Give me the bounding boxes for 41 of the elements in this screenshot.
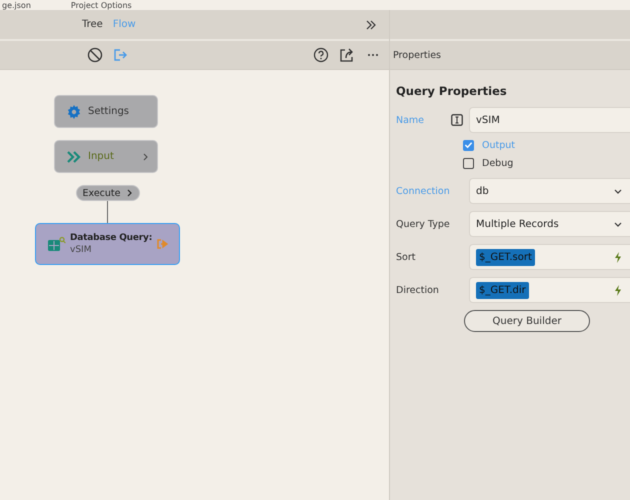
checkbox[interactable] — [463, 158, 474, 168]
field-label: Direction — [396, 284, 440, 296]
view-tab[interactable]: Tree — [82, 19, 103, 30]
checkbox[interactable] — [463, 140, 474, 150]
node-label: Input — [88, 151, 115, 162]
panel-title: Properties — [393, 50, 442, 60]
query-builder-button[interactable]: Query Builder — [464, 310, 590, 332]
chevron-icon — [126, 189, 132, 197]
chevron-icon[interactable] — [143, 152, 149, 160]
node-label: Settings — [88, 106, 130, 117]
gear-icon — [67, 104, 81, 118]
dropdown[interactable]: db — [469, 178, 630, 204]
section-heading: Query Properties — [396, 84, 508, 98]
binding-field[interactable]: $_GET.sort — [469, 244, 630, 270]
collapse-icon[interactable] — [365, 18, 377, 30]
node-subtitle: vSIM — [70, 245, 92, 255]
help-icon[interactable] — [313, 47, 329, 63]
flow-node[interactable]: Settings — [54, 95, 158, 128]
field-label: Connection — [396, 186, 451, 196]
more-icon[interactable] — [367, 53, 379, 57]
caret-icon — [614, 222, 622, 226]
dropdown[interactable]: Multiple Records — [469, 211, 630, 237]
file-tab[interactable]: ge.json — [2, 1, 31, 10]
menu-item[interactable]: Project Options — [70, 1, 132, 10]
share-icon[interactable] — [339, 47, 355, 63]
name-field[interactable]: vSIM — [469, 107, 630, 133]
field-label: Query Type — [396, 218, 451, 230]
input-mode-icon[interactable] — [451, 114, 463, 126]
execute-pill[interactable]: Execute — [76, 185, 140, 201]
checkbox-label[interactable]: Debug — [482, 158, 514, 168]
lightning-icon[interactable] — [614, 284, 622, 296]
binding-field[interactable]: $_GET.dir — [469, 277, 630, 303]
lightning-icon[interactable] — [614, 252, 622, 262]
double-chevron-icon — [67, 150, 81, 162]
node-title: Database Query: — [70, 233, 153, 243]
field-label: Name — [396, 114, 426, 126]
caret-icon — [614, 188, 622, 194]
table-icon — [48, 236, 66, 252]
field-label: Sort — [396, 252, 416, 262]
disable-icon[interactable] — [87, 47, 103, 63]
query-node[interactable]: Database Query: vSIM — [35, 223, 180, 265]
